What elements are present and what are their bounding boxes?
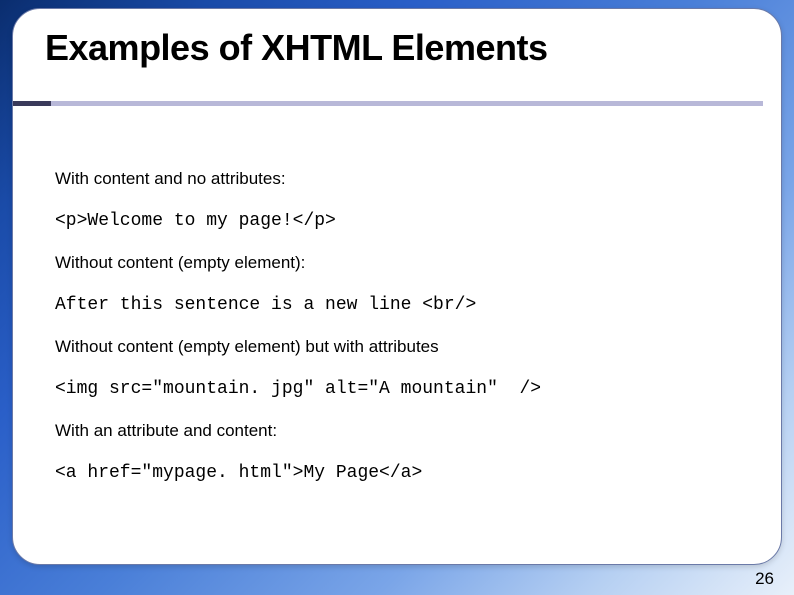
slide-title: Examples of XHTML Elements xyxy=(45,27,547,69)
label-4: With an attribute and content: xyxy=(55,421,741,441)
slide-content: With content and no attributes: <p>Welco… xyxy=(55,169,741,505)
slide-card: Examples of XHTML Elements With content … xyxy=(12,8,782,565)
code-1: <p>Welcome to my page!</p> xyxy=(55,211,741,231)
accent-bar-dark xyxy=(13,101,51,106)
label-1: With content and no attributes: xyxy=(55,169,741,189)
label-3: Without content (empty element) but with… xyxy=(55,337,741,357)
label-2: Without content (empty element): xyxy=(55,253,741,273)
accent-bar-light xyxy=(51,101,763,106)
code-3: <img src="mountain. jpg" alt="A mountain… xyxy=(55,379,741,399)
code-4: <a href="mypage. html">My Page</a> xyxy=(55,463,741,483)
accent-bar xyxy=(13,101,763,106)
page-number: 26 xyxy=(755,569,774,589)
code-2: After this sentence is a new line <br/> xyxy=(55,295,741,315)
